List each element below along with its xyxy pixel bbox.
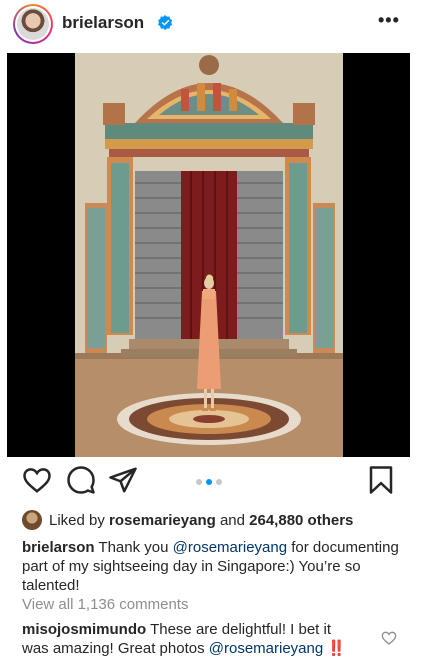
paper-plane-icon[interactable] <box>108 465 138 495</box>
verified-badge-icon <box>158 15 173 30</box>
likes-middle: and <box>215 512 250 529</box>
more-options-button[interactable]: ••• <box>378 10 400 31</box>
heart-icon[interactable] <box>22 465 52 495</box>
comment-emoji: ‼️ <box>323 640 347 657</box>
caption-text: Thank you <box>94 539 173 556</box>
post-header: brielarson ••• <box>0 0 438 50</box>
bookmark-icon[interactable] <box>366 465 396 495</box>
caption-username[interactable]: brielarson <box>22 539 95 556</box>
carousel-dot <box>196 479 202 485</box>
username[interactable]: brielarson <box>62 13 144 33</box>
comment-icon[interactable] <box>66 465 96 495</box>
likes-summary[interactable]: Liked by rosemarieyang and 264,880 other… <box>22 509 432 531</box>
post-photo[interactable] <box>75 53 343 457</box>
avatar-image <box>17 8 49 40</box>
comment-like-heart-icon[interactable] <box>381 630 397 646</box>
carousel-dot-active <box>206 479 212 485</box>
likes-prefix: Liked by <box>49 512 110 529</box>
avatar[interactable] <box>13 4 53 44</box>
post-caption: brielarson Thank you @rosemarieyang for … <box>22 538 417 595</box>
carousel-indicator <box>196 479 222 485</box>
comment-mention[interactable]: @rosemarieyang <box>209 640 323 657</box>
caption-mention[interactable]: @rosemarieyang <box>173 539 287 556</box>
liker-username[interactable]: rosemarieyang <box>109 512 216 529</box>
comment-username[interactable]: misojosmimundo <box>22 621 146 638</box>
view-all-comments-link[interactable]: View all 1,136 comments <box>22 596 188 613</box>
comment-item: misojosmimundo These are delightful! I b… <box>22 620 357 658</box>
post-image-container[interactable] <box>7 53 410 457</box>
liker-avatar <box>22 510 42 530</box>
carousel-dot <box>216 479 222 485</box>
likes-count[interactable]: 264,880 others <box>249 512 353 529</box>
